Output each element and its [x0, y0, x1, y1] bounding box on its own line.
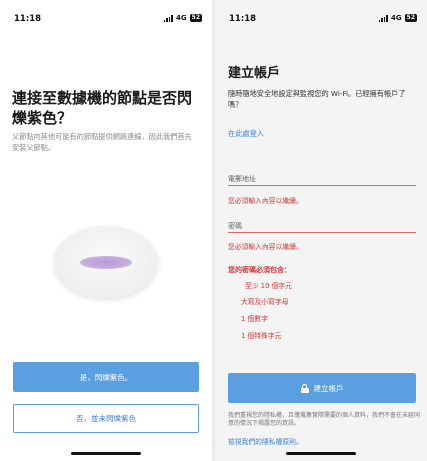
status-time: 11:18 [229, 14, 257, 24]
page-title: 建立帳戶 [228, 66, 281, 81]
password-rule-case: 大寫及小寫字母 [241, 298, 289, 306]
email-field[interactable] [228, 185, 416, 186]
yes-purple-button[interactable]: 是，閃爍紫色。 [13, 362, 199, 392]
home-indicator[interactable] [71, 452, 141, 455]
status-indicators: 4G 52 [163, 14, 202, 22]
signal-icon [378, 14, 389, 22]
right-screen: 11:18 4G 52 建立帳戶 隨時隨地安全地設定與監視您的 Wi-Fi。已經… [215, 0, 427, 461]
lock-icon [300, 383, 309, 393]
battery-icon: 52 [404, 14, 417, 22]
left-screen: 11:18 4G 52 連接至數據機的節點是否閃爍紫色？ 父節點向其他可能有的節… [0, 0, 212, 461]
home-indicator[interactable] [286, 452, 356, 455]
login-link[interactable]: 在此處登入 [228, 129, 264, 139]
status-indicators: 4G 52 [378, 14, 417, 22]
status-bar: 11:18 4G 52 [0, 14, 212, 28]
purple-led-light [80, 256, 132, 269]
network-type: 4G [176, 14, 187, 22]
password-rule-length: 至少 10 個字元 [245, 282, 292, 290]
page-description: 隨時隨地安全地設定與監視您的 Wi-Fi。已經擁有帳戶了嗎？ [228, 89, 406, 109]
privacy-policy-link[interactable]: 檢視我們的隱私權原則。 [228, 436, 303, 446]
password-field-label: 密碼 [228, 222, 242, 230]
page-title: 連接至數據機的節點是否閃爍紫色？ [12, 89, 193, 127]
email-error: 您必須輸入內容以繼續。 [228, 197, 303, 205]
node-device-illustration [54, 226, 158, 298]
create-account-label: 建立帳戶 [313, 383, 344, 393]
password-error: 您必須輸入內容以繼續。 [228, 243, 303, 251]
create-account-button[interactable]: 建立帳戶 [228, 373, 416, 403]
status-time: 11:18 [14, 14, 42, 24]
status-bar: 11:18 4G 52 [215, 14, 427, 28]
battery-icon: 52 [189, 14, 202, 22]
password-rule-special: 1 個特殊字元 [241, 332, 282, 340]
privacy-notice: 我們重視您的隱私權，且僅蒐集實際需要的個人資料，我們不會在未經同意的情況下揭露您… [228, 412, 421, 427]
signal-icon [163, 14, 174, 22]
password-rules-title: 您的密碼必須包含： [228, 266, 291, 274]
network-type: 4G [391, 14, 402, 22]
password-rule-number: 1 個數字 [241, 315, 268, 323]
email-field-label: 電郵地址 [228, 175, 256, 183]
password-field[interactable] [228, 232, 416, 233]
no-purple-button[interactable]: 否，並未閃爍紫色 [13, 404, 199, 433]
page-description: 父節點向其他可能有的節點提供網路連線，因此我們首先安裝父節點。 [12, 132, 192, 152]
